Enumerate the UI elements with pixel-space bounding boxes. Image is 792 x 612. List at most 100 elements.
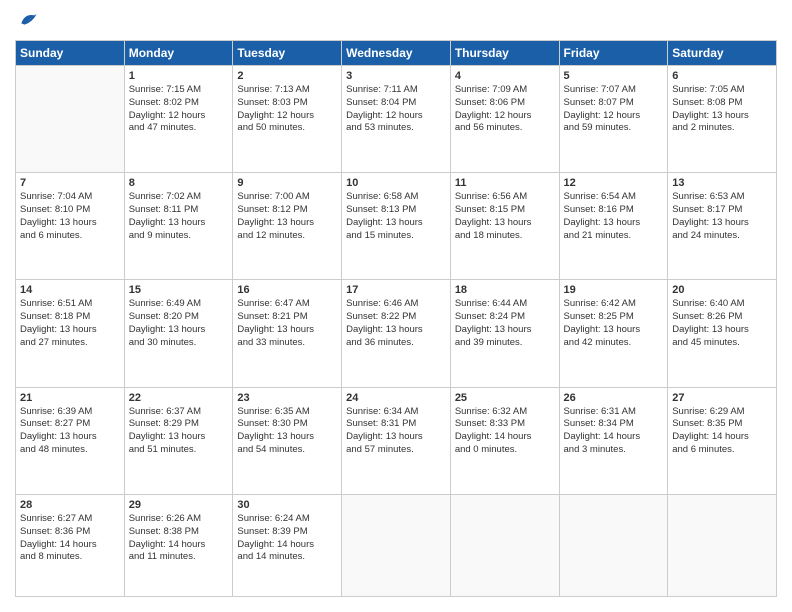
cell-content: Sunrise: 6:31 AM Sunset: 8:34 PM Dayligh… [564, 406, 664, 457]
day-number: 9 [237, 177, 337, 189]
weekday-header: Tuesday [233, 41, 342, 66]
cell-content: Sunrise: 6:51 AM Sunset: 8:18 PM Dayligh… [20, 298, 120, 349]
day-number: 17 [346, 284, 446, 296]
calendar-cell: 29 Sunrise: 6:26 AM Sunset: 8:38 PM Dayli… [124, 494, 233, 596]
cell-content: Sunrise: 6:46 AM Sunset: 8:22 PM Dayligh… [346, 298, 446, 349]
weekday-header: Wednesday [342, 41, 451, 66]
cell-content: Sunrise: 7:05 AM Sunset: 8:08 PM Dayligh… [672, 84, 772, 135]
calendar-cell: 4 Sunrise: 7:09 AM Sunset: 8:06 PM Daylig… [450, 66, 559, 173]
day-number: 5 [564, 70, 664, 82]
cell-content: Sunrise: 7:04 AM Sunset: 8:10 PM Dayligh… [20, 191, 120, 242]
day-number: 28 [20, 499, 120, 511]
day-number: 4 [455, 70, 555, 82]
calendar-cell [559, 494, 668, 596]
calendar-cell: 28 Sunrise: 6:27 AM Sunset: 8:36 PM Dayli… [16, 494, 125, 596]
calendar-cell: 15 Sunrise: 6:49 AM Sunset: 8:20 PM Dayli… [124, 280, 233, 387]
day-number: 1 [129, 70, 229, 82]
cell-content: Sunrise: 6:53 AM Sunset: 8:17 PM Dayligh… [672, 191, 772, 242]
cell-content: Sunrise: 6:24 AM Sunset: 8:39 PM Dayligh… [237, 513, 337, 564]
calendar-cell: 22 Sunrise: 6:37 AM Sunset: 8:29 PM Dayli… [124, 387, 233, 494]
calendar-cell: 3 Sunrise: 7:11 AM Sunset: 8:04 PM Daylig… [342, 66, 451, 173]
weekday-header: Sunday [16, 41, 125, 66]
cell-content: Sunrise: 6:42 AM Sunset: 8:25 PM Dayligh… [564, 298, 664, 349]
logo-bird-icon [18, 10, 38, 30]
day-number: 20 [672, 284, 772, 296]
cell-content: Sunrise: 7:07 AM Sunset: 8:07 PM Dayligh… [564, 84, 664, 135]
cell-content: Sunrise: 6:35 AM Sunset: 8:30 PM Dayligh… [237, 406, 337, 457]
weekday-header: Monday [124, 41, 233, 66]
calendar-header-row: SundayMondayTuesdayWednesdayThursdayFrid… [16, 41, 777, 66]
day-number: 2 [237, 70, 337, 82]
day-number: 27 [672, 392, 772, 404]
day-number: 15 [129, 284, 229, 296]
calendar-cell [450, 494, 559, 596]
weekday-header: Friday [559, 41, 668, 66]
calendar-cell: 17 Sunrise: 6:46 AM Sunset: 8:22 PM Dayli… [342, 280, 451, 387]
day-number: 19 [564, 284, 664, 296]
cell-content: Sunrise: 7:13 AM Sunset: 8:03 PM Dayligh… [237, 84, 337, 135]
day-number: 13 [672, 177, 772, 189]
calendar-cell: 20 Sunrise: 6:40 AM Sunset: 8:26 PM Dayli… [668, 280, 777, 387]
calendar-cell: 16Sunrise: 6:47 AM Sunset: 8:21 PM Dayli… [233, 280, 342, 387]
cell-content: Sunrise: 7:09 AM Sunset: 8:06 PM Dayligh… [455, 84, 555, 135]
weekday-header: Thursday [450, 41, 559, 66]
day-number: 3 [346, 70, 446, 82]
calendar-cell: 23 Sunrise: 6:35 AM Sunset: 8:30 PM Dayli… [233, 387, 342, 494]
cell-content: Sunrise: 6:44 AM Sunset: 8:24 PM Dayligh… [455, 298, 555, 349]
cell-content: Sunrise: 6:56 AM Sunset: 8:15 PM Dayligh… [455, 191, 555, 242]
day-number: 29 [129, 499, 229, 511]
day-number: 30 [237, 499, 337, 511]
day-number: 11 [455, 177, 555, 189]
cell-content: Sunrise: 7:00 AM Sunset: 8:12 PM Dayligh… [237, 191, 337, 242]
cell-content: Sunrise: 6:37 AM Sunset: 8:29 PM Dayligh… [129, 406, 229, 457]
day-number: 25 [455, 392, 555, 404]
cell-content: Sunrise: 6:47 AM Sunset: 8:21 PM Dayligh… [237, 298, 337, 349]
day-number: 23 [237, 392, 337, 404]
calendar-cell: 2 Sunrise: 7:13 AM Sunset: 8:03 PM Daylig… [233, 66, 342, 173]
calendar-cell: 9 Sunrise: 7:00 AM Sunset: 8:12 PM Daylig… [233, 173, 342, 280]
cell-content: Sunrise: 6:39 AM Sunset: 8:27 PM Dayligh… [20, 406, 120, 457]
calendar-cell: 24 Sunrise: 6:34 AM Sunset: 8:31 PM Dayli… [342, 387, 451, 494]
calendar-week-row: 1 Sunrise: 7:15 AM Sunset: 8:02 PM Daylig… [16, 66, 777, 173]
calendar-cell: 10Sunrise: 6:58 AM Sunset: 8:13 PM Dayli… [342, 173, 451, 280]
cell-content: Sunrise: 6:49 AM Sunset: 8:20 PM Dayligh… [129, 298, 229, 349]
day-number: 22 [129, 392, 229, 404]
calendar-cell: 7 Sunrise: 7:04 AM Sunset: 8:10 PM Daylig… [16, 173, 125, 280]
calendar-cell: 26Sunrise: 6:31 AM Sunset: 8:34 PM Dayli… [559, 387, 668, 494]
cell-content: Sunrise: 6:40 AM Sunset: 8:26 PM Dayligh… [672, 298, 772, 349]
calendar-week-row: 14 Sunrise: 6:51 AM Sunset: 8:18 PM Dayli… [16, 280, 777, 387]
day-number: 14 [20, 284, 120, 296]
calendar-cell [16, 66, 125, 173]
calendar-week-row: 21Sunrise: 6:39 AM Sunset: 8:27 PM Dayli… [16, 387, 777, 494]
cell-content: Sunrise: 6:27 AM Sunset: 8:36 PM Dayligh… [20, 513, 120, 564]
calendar-cell: 6 Sunrise: 7:05 AM Sunset: 8:08 PM Daylig… [668, 66, 777, 173]
calendar-cell: 27 Sunrise: 6:29 AM Sunset: 8:35 PM Dayli… [668, 387, 777, 494]
cell-content: Sunrise: 7:15 AM Sunset: 8:02 PM Dayligh… [129, 84, 229, 135]
logo [15, 15, 38, 30]
calendar-cell: 12 Sunrise: 6:54 AM Sunset: 8:16 PM Dayli… [559, 173, 668, 280]
calendar-cell [668, 494, 777, 596]
day-number: 6 [672, 70, 772, 82]
cell-content: Sunrise: 6:34 AM Sunset: 8:31 PM Dayligh… [346, 406, 446, 457]
header [15, 15, 777, 30]
weekday-header: Saturday [668, 41, 777, 66]
calendar-week-row: 28 Sunrise: 6:27 AM Sunset: 8:36 PM Dayli… [16, 494, 777, 596]
calendar-table: SundayMondayTuesdayWednesdayThursdayFrid… [15, 40, 777, 597]
calendar-cell: 1 Sunrise: 7:15 AM Sunset: 8:02 PM Daylig… [124, 66, 233, 173]
day-number: 24 [346, 392, 446, 404]
cell-content: Sunrise: 6:54 AM Sunset: 8:16 PM Dayligh… [564, 191, 664, 242]
calendar-cell: 21Sunrise: 6:39 AM Sunset: 8:27 PM Dayli… [16, 387, 125, 494]
cell-content: Sunrise: 6:32 AM Sunset: 8:33 PM Dayligh… [455, 406, 555, 457]
calendar-cell: 30 Sunrise: 6:24 AM Sunset: 8:39 PM Dayli… [233, 494, 342, 596]
cell-content: Sunrise: 7:11 AM Sunset: 8:04 PM Dayligh… [346, 84, 446, 135]
cell-content: Sunrise: 6:29 AM Sunset: 8:35 PM Dayligh… [672, 406, 772, 457]
day-number: 7 [20, 177, 120, 189]
calendar-cell: 18 Sunrise: 6:44 AM Sunset: 8:24 PM Dayli… [450, 280, 559, 387]
day-number: 10 [346, 177, 446, 189]
cell-content: Sunrise: 6:26 AM Sunset: 8:38 PM Dayligh… [129, 513, 229, 564]
calendar-cell: 25 Sunrise: 6:32 AM Sunset: 8:33 PM Dayli… [450, 387, 559, 494]
calendar-cell: 8Sunrise: 7:02 AM Sunset: 8:11 PM Daylig… [124, 173, 233, 280]
day-number: 12 [564, 177, 664, 189]
calendar-cell: 5 Sunrise: 7:07 AM Sunset: 8:07 PM Daylig… [559, 66, 668, 173]
day-number: 18 [455, 284, 555, 296]
